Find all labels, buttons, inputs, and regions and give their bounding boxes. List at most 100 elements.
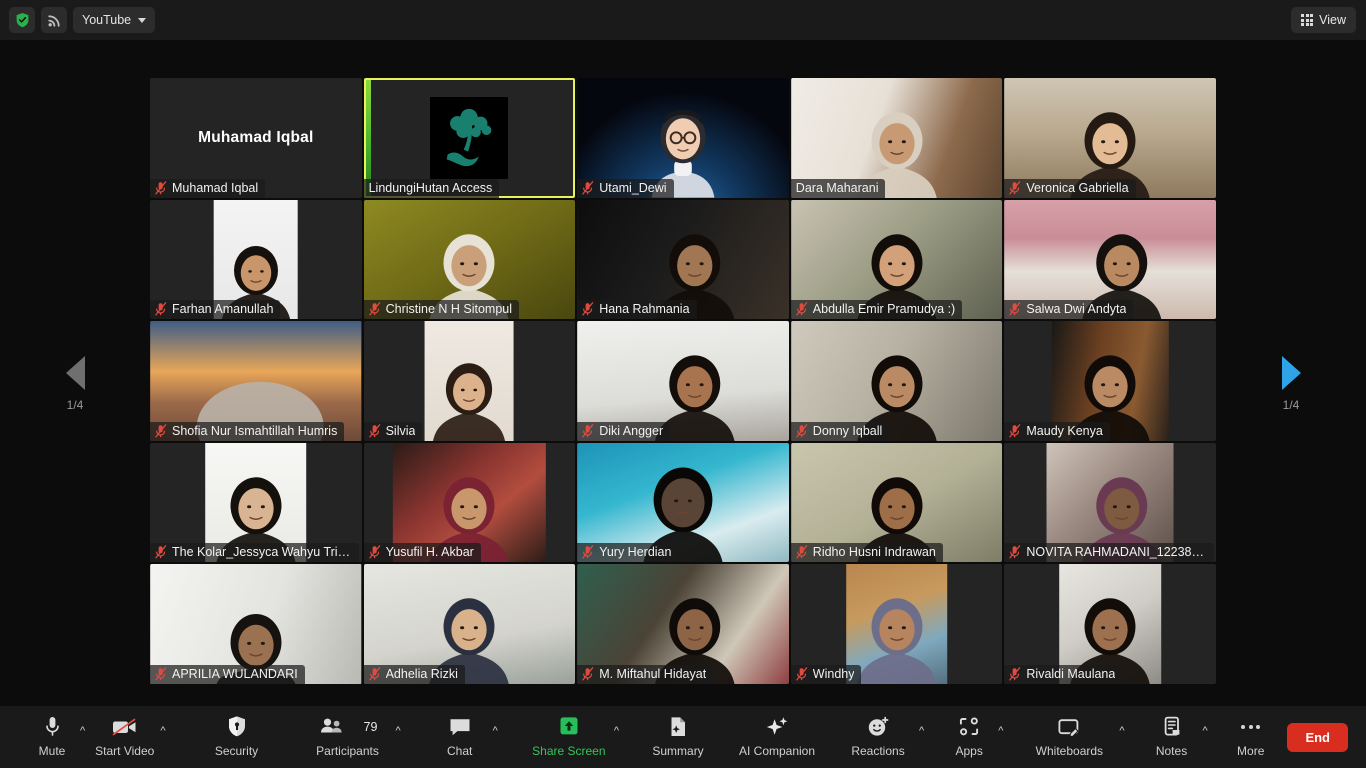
apps-options-chevron-icon[interactable]: ^ xyxy=(994,723,1007,740)
apps-button[interactable]: Apps xyxy=(942,713,996,758)
ai-companion-label: AI Companion xyxy=(738,744,816,758)
whiteboard-icon xyxy=(1056,713,1082,740)
participant-name: Dara Maharani xyxy=(795,180,879,195)
notes-button[interactable]: Notes xyxy=(1143,713,1201,758)
share-screen-button[interactable]: Share Screen xyxy=(526,713,612,758)
participant-tile[interactable]: Ridho Husni Indrawan xyxy=(790,442,1003,563)
chat-label: Chat xyxy=(446,744,473,758)
mute-button[interactable]: Mute xyxy=(26,713,78,758)
participant-tile[interactable]: Windhy xyxy=(790,564,1003,684)
mute-icon xyxy=(582,423,594,438)
participant-tile[interactable]: NOVITA RAHMADANI_122380... xyxy=(1004,442,1216,563)
participant-tile[interactable]: Hana Rahmania xyxy=(577,199,789,320)
participant-tile[interactable]: Maudy Kenya xyxy=(1004,321,1216,441)
participant-tile[interactable]: Salwa Dwi Andyta xyxy=(1004,199,1216,320)
participant-nameplate: The Kolar_Jessyca Wahyu Tria... xyxy=(150,543,360,563)
share-screen-label: Share Screen xyxy=(532,744,606,758)
page-indicator-right: 1/4 xyxy=(1282,398,1300,412)
more-button[interactable]: More xyxy=(1224,713,1278,758)
participant-name: Ridho Husni Indrawan xyxy=(812,545,936,560)
participant-tile[interactable]: Veronica Gabriella xyxy=(1004,78,1216,198)
reactions-label: Reactions xyxy=(851,744,905,758)
chevron-right-icon[interactable] xyxy=(1281,356,1301,390)
participant-tile[interactable]: M. Miftahul Hidayat xyxy=(577,564,789,684)
mute-icon xyxy=(796,545,808,559)
chat-options-chevron-icon[interactable]: ^ xyxy=(489,723,502,740)
participant-tile[interactable]: The Kolar_Jessyca Wahyu Tria... xyxy=(150,442,362,563)
participant-name: Yusufil H. Akbar xyxy=(385,545,474,560)
start-video-button[interactable]: Start Video xyxy=(91,713,158,758)
participants-icon: 79 xyxy=(318,713,378,740)
page-indicator-left: 1/4 xyxy=(66,398,84,412)
video-options-chevron-icon[interactable]: ^ xyxy=(156,723,169,740)
start-video-label: Start Video xyxy=(95,744,155,758)
end-meeting-button[interactable]: End xyxy=(1287,722,1348,752)
mute-button-label: Mute xyxy=(38,744,66,758)
chat-button[interactable]: Chat xyxy=(429,713,491,758)
camera-off-icon xyxy=(110,713,140,740)
participant-nameplate: Dara Maharani xyxy=(790,178,886,198)
participant-tile[interactable]: Diki Angger xyxy=(577,321,789,441)
apps-icon xyxy=(957,713,981,740)
mute-icon xyxy=(796,667,808,681)
participant-name: Muhamad Iqbal xyxy=(172,180,259,195)
participant-tile[interactable]: Abdulla Emir Pramudya :) xyxy=(790,199,1003,320)
lindungihutan-logo-icon xyxy=(447,108,492,166)
participant-nameplate: Donny Iqball xyxy=(790,421,890,441)
reactions-smiley-icon xyxy=(866,713,890,740)
reactions-button[interactable]: Reactions xyxy=(839,713,917,758)
share-options-chevron-icon[interactable]: ^ xyxy=(610,723,623,740)
participant-tile[interactable]: Christine N H Sitompul xyxy=(363,199,576,320)
participant-name: APRILIA WULANDARI xyxy=(172,666,298,681)
notes-label: Notes xyxy=(1155,744,1188,758)
next-page-region[interactable]: 1/4 xyxy=(1216,0,1366,768)
previous-page-region[interactable]: 1/4 xyxy=(0,0,150,768)
participant-name: Rivaldi Maulana xyxy=(1026,666,1116,681)
summary-button[interactable]: Summary xyxy=(641,713,715,758)
chevron-left-icon[interactable] xyxy=(65,356,85,390)
participant-name: Silvia xyxy=(385,423,416,438)
mute-icon xyxy=(1009,667,1021,681)
participant-tile[interactable]: Utami_Dewi xyxy=(577,78,789,198)
participants-options-chevron-icon[interactable]: ^ xyxy=(392,723,405,740)
participants-count: 79 xyxy=(363,719,378,734)
participant-name: Maudy Kenya xyxy=(1026,423,1103,438)
participant-tile[interactable]: Adhelia Rizki xyxy=(363,564,576,684)
mute-icon xyxy=(368,302,380,316)
participant-tile[interactable]: APRILIA WULANDARI xyxy=(150,564,362,684)
participant-tile[interactable]: Muhamad Iqbal Muhamad Iqbal xyxy=(150,78,362,198)
participant-name: Adhelia Rizki xyxy=(385,666,458,681)
share-screen-icon xyxy=(555,713,583,740)
whiteboards-options-chevron-icon[interactable]: ^ xyxy=(1115,723,1128,740)
participant-nameplate: Ridho Husni Indrawan xyxy=(790,543,943,563)
participant-nameplate: Shofia Nur Ismahtillah Humris xyxy=(150,421,345,441)
whiteboards-button[interactable]: Whiteboards xyxy=(1021,713,1117,758)
security-button[interactable]: Security xyxy=(198,713,276,758)
participant-tile[interactable]: Yury Herdian xyxy=(577,442,789,563)
meeting-toolbar: Mute ^ Start Video ^ Security 79 Partici… xyxy=(0,706,1366,768)
participant-tile[interactable]: Dara Maharani xyxy=(790,78,1003,198)
mute-icon xyxy=(368,545,380,559)
ai-companion-button[interactable]: AI Companion xyxy=(729,713,825,758)
participant-tile[interactable]: Rivaldi Maulana xyxy=(1004,564,1216,684)
participant-nameplate: Muhamad Iqbal xyxy=(150,178,266,198)
audio-options-chevron-icon[interactable]: ^ xyxy=(76,723,89,740)
notes-options-chevron-icon[interactable]: ^ xyxy=(1199,723,1212,740)
participant-tile[interactable]: Shofia Nur Ismahtillah Humris xyxy=(150,321,362,441)
participant-name: M. Miftahul Hidayat xyxy=(599,666,707,681)
reactions-options-chevron-icon[interactable]: ^ xyxy=(915,723,928,740)
ai-sparkle-icon xyxy=(764,713,790,740)
participant-tile[interactable]: Donny Iqball xyxy=(790,321,1003,441)
mute-icon xyxy=(582,180,594,195)
participant-tile[interactable]: Yusufil H. Akbar xyxy=(363,442,576,563)
microphone-icon xyxy=(44,713,61,740)
participant-nameplate: Veronica Gabriella xyxy=(1004,178,1136,198)
person-figure xyxy=(857,598,937,684)
mute-icon xyxy=(582,667,594,681)
participant-tile[interactable]: LindungiHutan Access xyxy=(363,78,576,198)
participant-tile[interactable]: Farhan Amanullah xyxy=(150,199,362,320)
participant-name: Shofia Nur Ismahtillah Humris xyxy=(172,423,338,438)
participant-name: Diki Angger xyxy=(599,423,664,438)
participant-tile[interactable]: Silvia xyxy=(363,321,576,441)
participants-button[interactable]: 79 Participants xyxy=(302,713,394,758)
